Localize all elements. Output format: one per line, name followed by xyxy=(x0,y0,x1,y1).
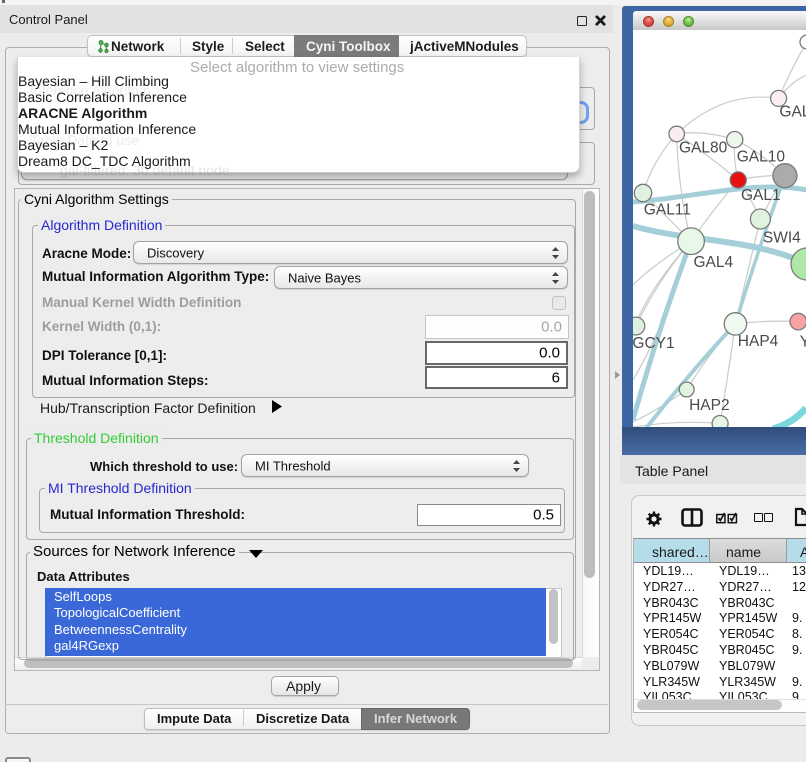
svg-text:GAL4: GAL4 xyxy=(694,254,734,271)
svg-text:HAP4: HAP4 xyxy=(738,333,779,350)
svg-text:GAL: GAL xyxy=(779,104,806,121)
svg-text:GAL11: GAL11 xyxy=(644,202,691,219)
svg-text:GAL10: GAL10 xyxy=(737,148,786,165)
svg-text:GCY1: GCY1 xyxy=(633,335,675,352)
svg-text:GAL80: GAL80 xyxy=(679,140,728,157)
svg-text:HAP2: HAP2 xyxy=(689,397,730,414)
svg-text:SWI4: SWI4 xyxy=(763,229,801,246)
svg-text:Y: Y xyxy=(800,334,806,351)
svg-text:GAL1: GAL1 xyxy=(741,187,781,204)
